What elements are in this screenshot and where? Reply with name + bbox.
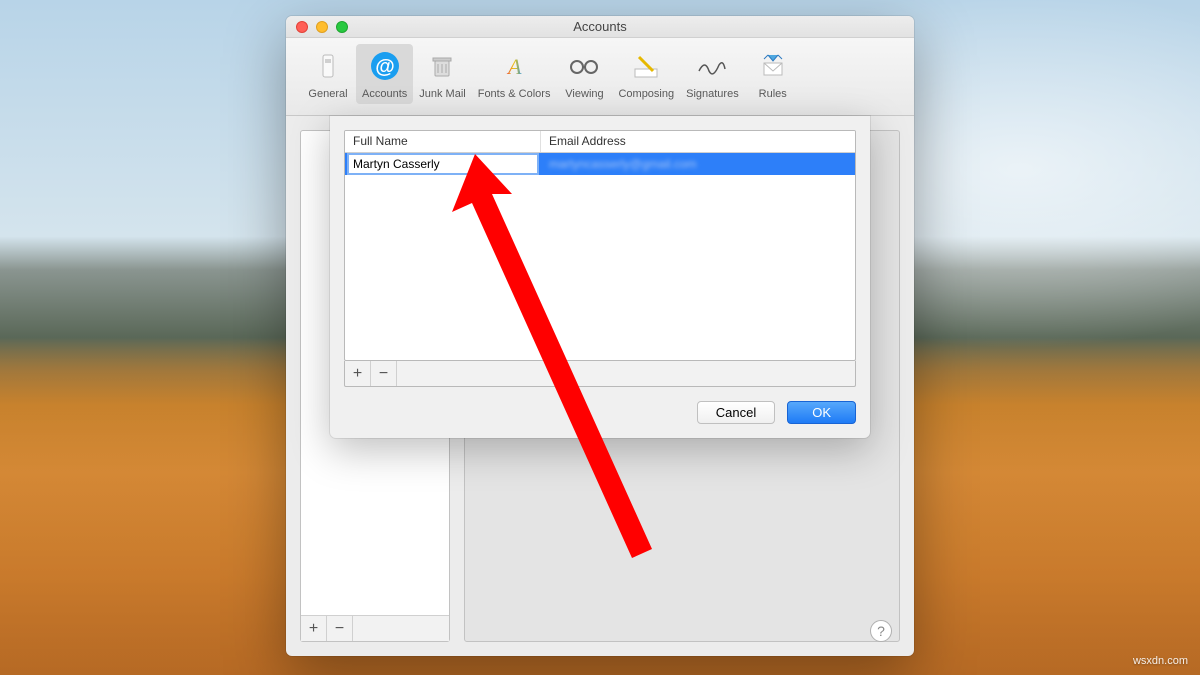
email-addresses-dialog: Full Name Email Address martyncasserly@g… — [330, 116, 870, 438]
rules-icon — [755, 48, 791, 84]
tab-label: Fonts & Colors — [478, 88, 551, 100]
tab-fonts-colors[interactable]: A Fonts & Colors — [472, 44, 557, 104]
trash-icon — [424, 48, 460, 84]
pen-icon — [628, 48, 664, 84]
add-address-button[interactable]: + — [345, 361, 371, 386]
tab-signatures[interactable]: Signatures — [680, 44, 745, 104]
tab-general[interactable]: General — [300, 44, 356, 104]
tab-junk-mail[interactable]: Junk Mail — [413, 44, 471, 104]
ok-button[interactable]: OK — [787, 401, 856, 424]
signature-icon — [694, 48, 730, 84]
tab-accounts[interactable]: @ Accounts — [356, 44, 413, 104]
column-header-email[interactable]: Email Address — [541, 131, 855, 152]
tab-composing[interactable]: Composing — [612, 44, 680, 104]
add-account-button[interactable]: + — [301, 616, 327, 641]
cell-name — [345, 153, 541, 175]
tab-rules[interactable]: Rules — [745, 44, 801, 104]
window-title: Accounts — [286, 19, 914, 34]
tab-label: Junk Mail — [419, 88, 465, 100]
table-row[interactable]: martyncasserly@gmail.com — [345, 153, 855, 175]
glasses-icon — [566, 48, 602, 84]
remove-account-button[interactable]: − — [327, 616, 353, 641]
tab-viewing[interactable]: Viewing — [556, 44, 612, 104]
tab-label: General — [308, 88, 347, 100]
help-button[interactable]: ? — [870, 620, 892, 642]
preferences-toolbar: General @ Accounts Junk Mail A Fonts & C… — [286, 38, 914, 116]
dialog-toolbar: + − — [344, 361, 856, 387]
full-name-input[interactable] — [349, 155, 537, 173]
titlebar[interactable]: Accounts — [286, 16, 914, 38]
column-header-name[interactable]: Full Name — [345, 131, 541, 152]
svg-text:@: @ — [375, 56, 395, 78]
tab-label: Composing — [618, 88, 674, 100]
tab-label: Accounts — [362, 88, 407, 100]
at-icon: @ — [367, 48, 403, 84]
table-header: Full Name Email Address — [345, 131, 855, 153]
dialog-buttons: Cancel OK — [344, 401, 856, 424]
addresses-table: Full Name Email Address martyncasserly@g… — [344, 130, 856, 361]
remove-address-button[interactable]: − — [371, 361, 397, 386]
sidebar-footer: + − — [301, 615, 449, 641]
tab-label: Viewing — [565, 88, 603, 100]
fonts-icon: A — [496, 48, 532, 84]
slider-icon — [310, 48, 346, 84]
tab-label: Signatures — [686, 88, 739, 100]
cancel-button[interactable]: Cancel — [697, 401, 775, 424]
tab-label: Rules — [759, 88, 787, 100]
watermark: wsxdn.com — [1133, 655, 1188, 667]
cell-email: martyncasserly@gmail.com — [541, 153, 855, 175]
svg-text:A: A — [506, 54, 522, 79]
